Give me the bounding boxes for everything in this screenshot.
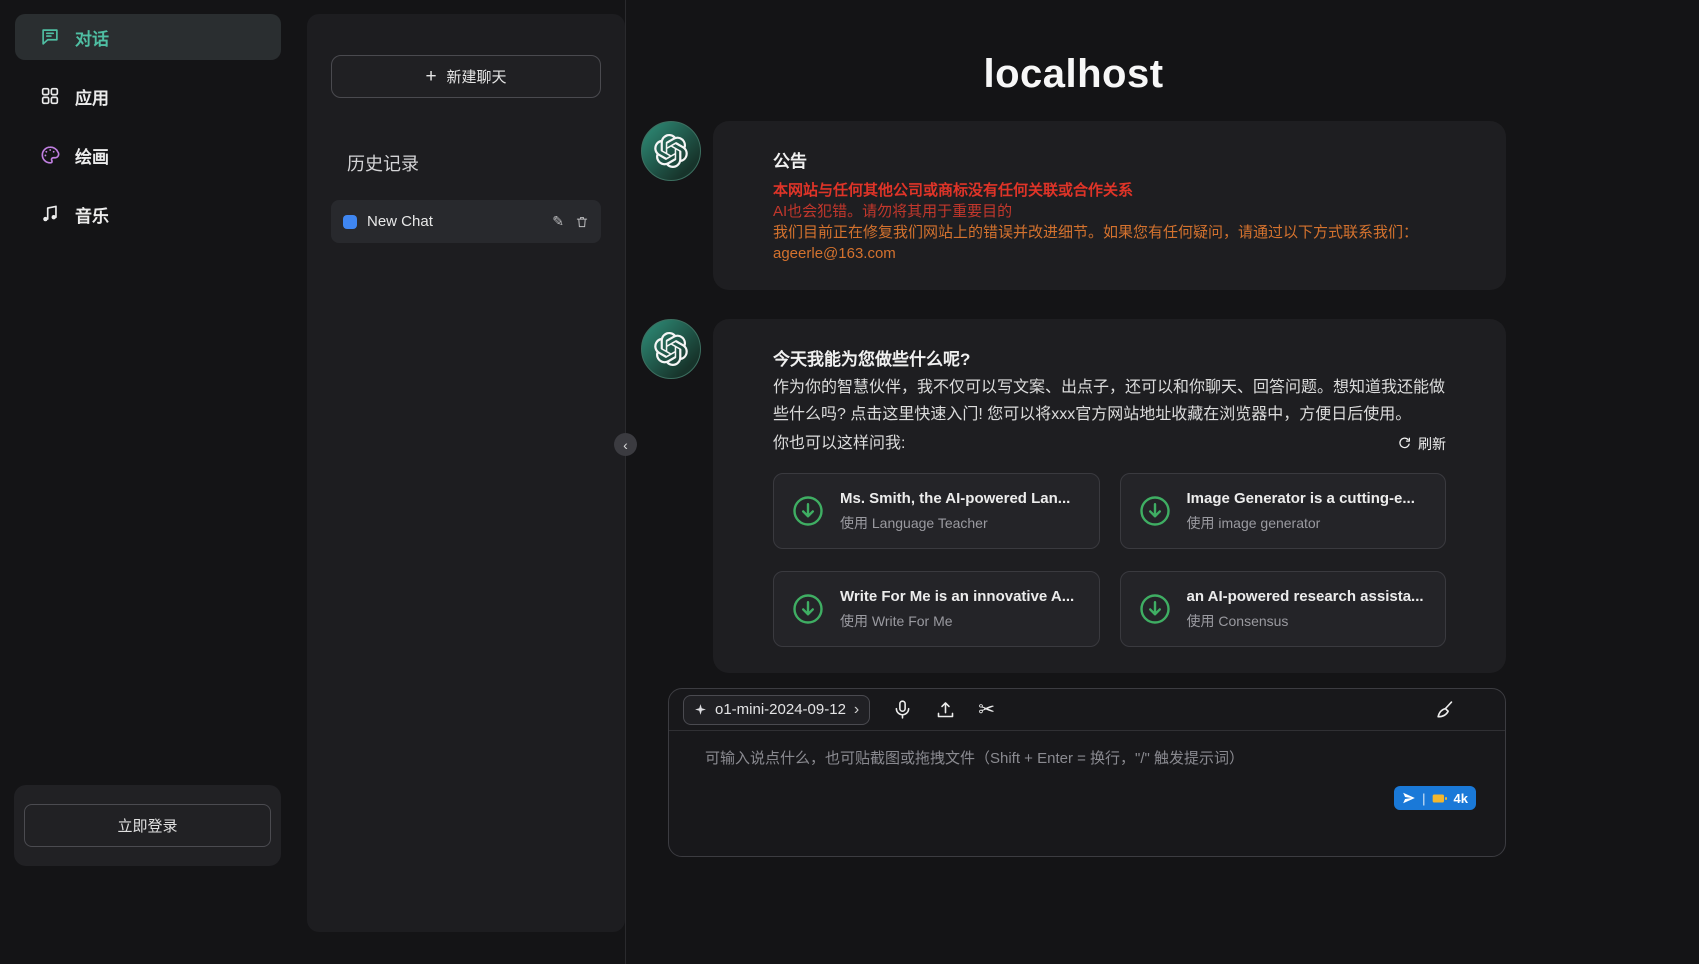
welcome-title: 今天我能为您做些什么呢? xyxy=(773,345,1446,370)
page-title: localhost xyxy=(641,52,1506,97)
music-note-icon xyxy=(39,203,61,225)
chat-color-dot xyxy=(343,215,357,229)
panel-divider xyxy=(625,0,626,964)
suggestion-subtitle: 使用 Language Teacher xyxy=(840,513,1070,533)
login-panel: 立即登录 xyxy=(14,785,281,866)
collapse-sidebar-button[interactable]: ‹ xyxy=(614,433,637,456)
token-count-badge: 4k xyxy=(1454,791,1468,806)
suggestion-title: an AI-powered research assista... xyxy=(1187,588,1424,605)
download-circle-icon xyxy=(790,591,826,627)
suggestion-title: Image Generator is a cutting-e... xyxy=(1187,490,1415,507)
hint-row: 你也可以这样问我: 刷新 xyxy=(773,430,1446,457)
suggestion-text: Ms. Smith, the AI-powered Lan... 使用 Lang… xyxy=(840,490,1070,533)
suggestion-card[interactable]: Ms. Smith, the AI-powered Lan... 使用 Lang… xyxy=(773,473,1100,549)
new-chat-button[interactable]: + 新建聊天 xyxy=(331,55,601,98)
chat-item-actions: ✎ xyxy=(552,213,589,230)
apps-grid-icon xyxy=(39,85,61,107)
model-selector[interactable]: o1-mini-2024-09-12 › xyxy=(683,695,870,725)
sidebar: 对话 应用 绘画 音乐 立即登录 xyxy=(0,0,296,964)
sidebar-item-chat[interactable]: 对话 xyxy=(15,14,281,60)
sidebar-item-label: 绘画 xyxy=(75,143,109,168)
sidebar-item-drawing[interactable]: 绘画 xyxy=(15,132,281,178)
suggestion-text: an AI-powered research assista... 使用 Con… xyxy=(1187,588,1424,631)
assistant-avatar xyxy=(641,121,701,181)
welcome-body: 作为你的智慧伙伴，我不仅可以写文案、出点子，还可以和你聊天、回答问题。想知道我还… xyxy=(773,374,1446,428)
scissors-button[interactable]: ✂ xyxy=(978,700,995,720)
announcement-warning-bold: 本网站与任何其他公司或商标没有任何关联或合作关系 xyxy=(773,180,1446,201)
suggestion-card[interactable]: Write For Me is an innovative A... 使用 Wr… xyxy=(773,571,1100,647)
suggestion-subtitle: 使用 Write For Me xyxy=(840,611,1074,631)
suggestion-subtitle: 使用 image generator xyxy=(1187,513,1415,533)
chevron-right-icon: › xyxy=(854,702,859,718)
refresh-suggestions-button[interactable]: 刷新 xyxy=(1397,434,1446,454)
plus-icon: + xyxy=(425,67,436,86)
announcement-notice: 我们目前正在修复我们网站上的错误并改进细节。如果您有任何疑问，请通过以下方式联系… xyxy=(773,222,1446,243)
assistant-avatar xyxy=(641,319,701,379)
model-name: o1-mini-2024-09-12 xyxy=(715,701,846,718)
battery-icon xyxy=(1432,792,1448,805)
chat-list-panel: + 新建聊天 历史记录 New Chat ✎ xyxy=(307,14,625,932)
new-chat-label: 新建聊天 xyxy=(447,66,507,87)
suggestion-card[interactable]: Image Generator is a cutting-e... 使用 ima… xyxy=(1120,473,1447,549)
microphone-button[interactable] xyxy=(892,699,913,720)
suggestion-subtitle: 使用 Consensus xyxy=(1187,611,1424,631)
announcement-card: 公告 本网站与任何其他公司或商标没有任何关联或合作关系 AI也会犯错。请勿将其用… xyxy=(713,121,1506,290)
announcement-title: 公告 xyxy=(773,147,1446,172)
pill-divider: | xyxy=(1422,791,1425,806)
download-circle-icon xyxy=(1137,493,1173,529)
suggestion-grid: Ms. Smith, the AI-powered Lan... 使用 Lang… xyxy=(773,473,1446,647)
composer: o1-mini-2024-09-12 › ✂ | 4k xyxy=(668,688,1506,857)
download-circle-icon xyxy=(1137,591,1173,627)
suggestion-card[interactable]: an AI-powered research assista... 使用 Con… xyxy=(1120,571,1447,647)
delete-chat-icon[interactable] xyxy=(575,215,589,229)
palette-icon xyxy=(39,144,61,166)
suggestion-text: Write For Me is an innovative A... 使用 Wr… xyxy=(840,588,1074,631)
sidebar-item-apps[interactable]: 应用 xyxy=(15,73,281,119)
message-row: 今天我能为您做些什么呢? 作为你的智慧伙伴，我不仅可以写文案、出点子，还可以和你… xyxy=(641,319,1506,673)
suggestion-title: Ms. Smith, the AI-powered Lan... xyxy=(840,490,1070,507)
upload-button[interactable] xyxy=(935,699,956,720)
chat-bubble-icon xyxy=(39,26,61,48)
refresh-icon xyxy=(1397,436,1412,451)
sidebar-item-label: 应用 xyxy=(75,84,109,109)
history-title: 历史记录 xyxy=(331,150,601,176)
chat-list-item[interactable]: New Chat ✎ xyxy=(331,200,601,243)
welcome-card: 今天我能为您做些什么呢? 作为你的智慧伙伴，我不仅可以写文案、出点子，还可以和你… xyxy=(713,319,1506,673)
message-input[interactable] xyxy=(669,731,1505,841)
main-chat-area: localhost 公告 本网站与任何其他公司或商标没有任何关联或合作关系 AI… xyxy=(641,0,1506,964)
announcement-warning: AI也会犯错。请勿将其用于重要目的 xyxy=(773,201,1446,222)
suggestion-text: Image Generator is a cutting-e... 使用 ima… xyxy=(1187,490,1415,533)
sidebar-item-label: 对话 xyxy=(75,25,109,50)
chat-item-title: New Chat xyxy=(367,213,542,230)
sparkle-icon xyxy=(694,703,707,716)
edit-chat-icon[interactable]: ✎ xyxy=(552,213,564,230)
openai-logo-icon xyxy=(654,134,688,168)
send-plane-icon xyxy=(1402,791,1416,805)
message-row: 公告 本网站与任何其他公司或商标没有任何关联或合作关系 AI也会犯错。请勿将其用… xyxy=(641,121,1506,290)
login-button[interactable]: 立即登录 xyxy=(24,804,271,847)
openai-logo-icon xyxy=(654,332,688,366)
clear-context-button[interactable] xyxy=(1434,699,1455,720)
sidebar-item-label: 音乐 xyxy=(75,202,109,227)
composer-toolbar: o1-mini-2024-09-12 › ✂ xyxy=(669,689,1505,731)
prompt-hint: 你也可以这样问我: xyxy=(773,430,905,457)
contact-email-link[interactable]: ageerle@163.com xyxy=(773,243,896,264)
download-circle-icon xyxy=(790,493,826,529)
refresh-label: 刷新 xyxy=(1418,434,1446,454)
send-button[interactable]: | 4k xyxy=(1394,786,1476,810)
suggestion-title: Write For Me is an innovative A... xyxy=(840,588,1074,605)
sidebar-item-music[interactable]: 音乐 xyxy=(15,191,281,237)
